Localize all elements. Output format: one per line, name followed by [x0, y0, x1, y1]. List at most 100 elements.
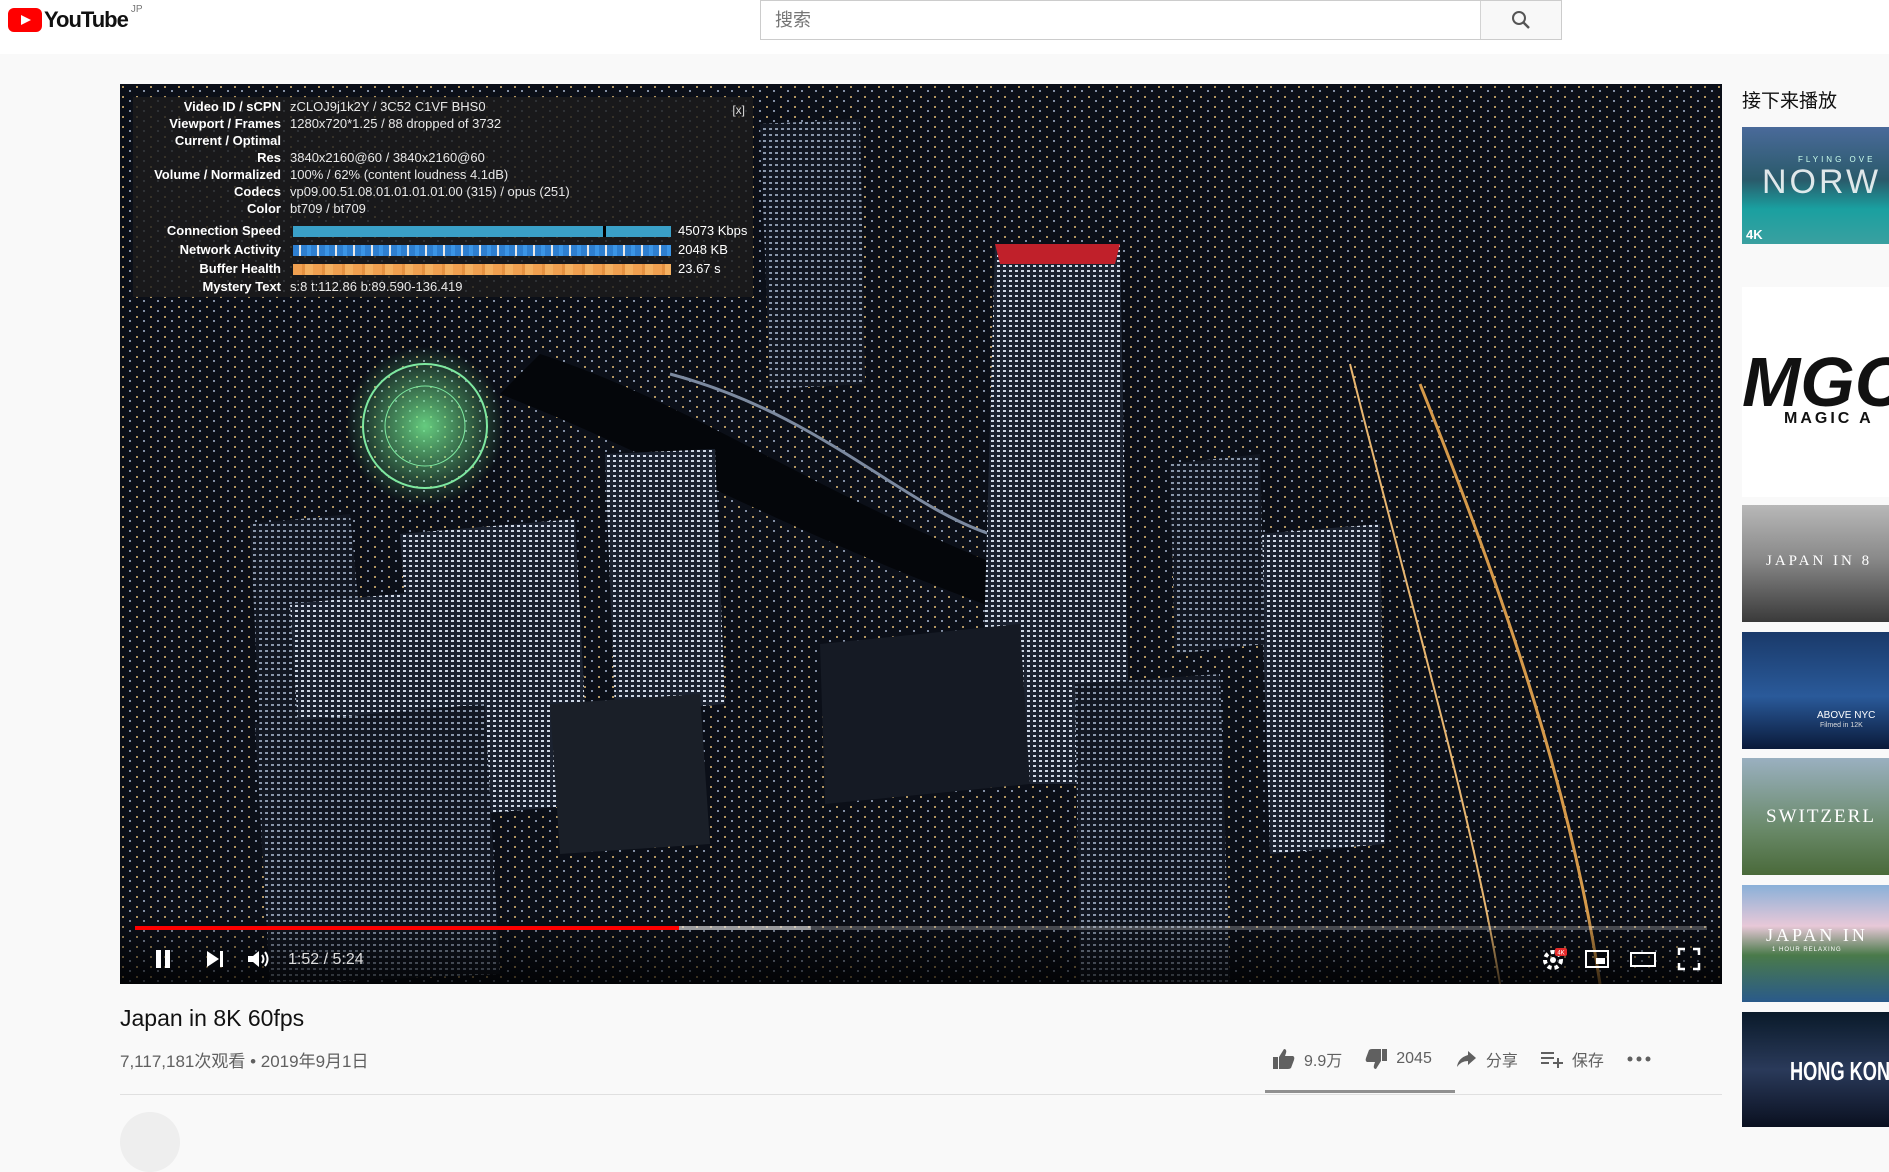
pause-button[interactable] — [148, 944, 178, 974]
stat-graph-value: 45073 Kbps — [678, 223, 748, 238]
thumbnail-subtitle: Filmed in 12K — [1820, 722, 1863, 729]
theater-mode-icon — [1630, 952, 1656, 967]
video-actions: 9.9万 2045 分享 保存 — [1272, 1047, 1682, 1071]
stat-row: Volume / Normalized 100% / 62% (content … — [133, 167, 753, 184]
stat-row: Video ID / sCPN zCLOJ9j1k2Y / 3C52 C1VF … — [133, 99, 753, 116]
dislike-count: 2045 — [1396, 1050, 1432, 1067]
stat-value: 1280x720*1.25 / 88 dropped of 3732 — [290, 116, 502, 131]
masthead: YouTube JP — [0, 0, 1889, 54]
like-dislike-ratio-bar — [1265, 1090, 1455, 1093]
next-button[interactable] — [200, 944, 230, 974]
video-title: Japan in 8K 60fps — [120, 1005, 305, 1031]
stat-row: Current / Optimal — [133, 133, 753, 150]
logo-region: JP — [130, 4, 143, 15]
recommended-thumbnail[interactable]: SWITZERL — [1742, 758, 1889, 875]
stat-graph-row: Network Activity 2048 KB — [133, 242, 753, 259]
channel-avatar[interactable] — [120, 1112, 180, 1172]
save-button[interactable]: 保存 — [1540, 1047, 1604, 1071]
more-actions-button[interactable] — [1626, 1055, 1660, 1063]
fullscreen-icon — [1677, 947, 1701, 971]
network-activity-graph — [293, 245, 671, 256]
quality-badge: 4K — [1557, 951, 1564, 957]
volume-icon — [248, 951, 269, 967]
thumbnail-subtitle: 1 HOUR RELAXING — [1772, 947, 1842, 953]
recommended-thumbnail[interactable]: MGC MAGIC A — [1742, 287, 1889, 497]
share-button[interactable]: 分享 — [1454, 1047, 1518, 1071]
youtube-play-logo-icon — [8, 8, 42, 32]
stat-row: Mystery Text s:8 t:112.86 b:89.590-136.4… — [133, 279, 753, 296]
settings-button[interactable]: 4K — [1539, 944, 1569, 974]
stat-label: Current / Optimal — [174, 133, 281, 148]
view-count-and-date: 7,117,181次观看 • 2019年9月1日 — [120, 1052, 369, 1071]
thumbnail-title: ABOVE NYC — [1817, 710, 1876, 721]
thumbnail-title: JAPAN IN 8 — [1766, 553, 1873, 569]
thumbnail-title: SWITZERL — [1766, 806, 1876, 827]
skip-next-icon — [207, 951, 223, 967]
stat-label: Buffer Health — [199, 261, 281, 276]
search-button[interactable] — [1480, 1, 1561, 39]
stat-label: Volume / Normalized — [154, 167, 281, 182]
stat-graph-row: Connection Speed 45073 Kbps — [133, 223, 753, 240]
gear-icon: 4K — [1543, 948, 1567, 970]
stats-for-nerds-panel: [x] Video ID / sCPN zCLOJ9j1k2Y / 3C52 C… — [133, 97, 753, 297]
miniplayer-button[interactable] — [1582, 944, 1612, 974]
thumbs-up-icon — [1273, 1049, 1295, 1069]
stat-value: 3840x2160@60 / 3840x2160@60 — [290, 150, 485, 165]
stat-label: Mystery Text — [202, 279, 281, 294]
thumbnail-title: NORW — [1762, 163, 1882, 201]
volume-button[interactable] — [244, 944, 274, 974]
stat-value: s:8 t:112.86 b:89.590-136.419 — [290, 279, 463, 294]
video-player[interactable]: [x] Video ID / sCPN zCLOJ9j1k2Y / 3C52 C… — [120, 84, 1722, 984]
thumbnail-subtitle: MAGIC A — [1784, 410, 1874, 427]
connection-speed-graph — [293, 226, 671, 237]
search-input[interactable] — [761, 1, 1480, 39]
player-controls: 1:52 / 5:24 4K — [120, 914, 1722, 984]
stat-label: Codecs — [234, 184, 281, 199]
like-button[interactable]: 9.9万 — [1272, 1047, 1342, 1071]
stat-row: Codecs vp09.00.51.08.01.01.01.01.00 (315… — [133, 184, 753, 201]
thumbnail-title: HONG KON — [1790, 1056, 1889, 1086]
recommended-thumbnail[interactable]: JAPAN IN 1 HOUR RELAXING — [1742, 885, 1889, 1002]
share-icon — [1456, 1051, 1476, 1067]
logo-text: YouTube — [44, 7, 129, 32]
playlist-add-icon — [1540, 1052, 1563, 1068]
up-next-label: 接下来播放 — [1742, 91, 1838, 112]
thumbnail-title: JAPAN IN — [1766, 925, 1868, 945]
pause-icon — [156, 950, 170, 968]
stat-label: Network Activity — [179, 242, 281, 257]
stat-label: Connection Speed — [166, 223, 281, 238]
stat-value: bt709 / bt709 — [290, 201, 366, 216]
stat-value: 100% / 62% (content loudness 4.1dB) — [290, 167, 509, 182]
stat-row: Res 3840x2160@60 / 3840x2160@60 — [133, 150, 753, 167]
progress-played — [135, 926, 679, 930]
miniplayer-icon — [1585, 950, 1609, 968]
stat-row: Color bt709 / bt709 — [133, 201, 753, 218]
stat-label: Res — [257, 150, 281, 165]
more-horizontal-icon — [1627, 1056, 1651, 1062]
stat-graph-value: 2048 KB — [678, 242, 728, 257]
recommended-thumbnail[interactable]: ABOVE NYC Filmed in 12K — [1742, 632, 1889, 749]
search-box — [760, 0, 1562, 40]
recommended-thumbnail[interactable]: HONG KON — [1742, 1012, 1889, 1127]
thumbs-down-icon — [1365, 1049, 1388, 1069]
youtube-logo[interactable]: YouTube JP — [8, 4, 143, 32]
stat-value: zCLOJ9j1k2Y / 3C52 C1VF BHS0 — [290, 99, 486, 114]
share-label: 分享 — [1485, 1053, 1518, 1070]
thumbnail-badge: 4K — [1746, 227, 1763, 242]
time-display: 1:52 / 5:24 — [288, 951, 364, 968]
stat-label: Viewport / Frames — [169, 116, 281, 131]
dislike-button[interactable]: 2045 — [1364, 1048, 1432, 1070]
stat-label: Color — [247, 201, 281, 216]
stat-value: vp09.00.51.08.01.01.01.01.00 (315) / opu… — [290, 184, 570, 199]
progress-bar[interactable] — [135, 926, 1707, 930]
stat-label: Video ID / sCPN — [183, 99, 281, 114]
recommended-thumbnail[interactable]: JAPAN IN 8 — [1742, 505, 1889, 622]
stat-graph-value: 23.67 s — [678, 261, 721, 276]
stat-row: Viewport / Frames 1280x720*1.25 / 88 dro… — [133, 116, 753, 133]
recommended-thumbnail[interactable]: FLYING OVE NORW 4K — [1742, 127, 1889, 244]
search-icon — [1512, 11, 1530, 29]
theater-mode-button[interactable] — [1628, 944, 1658, 974]
fullscreen-button[interactable] — [1674, 944, 1704, 974]
like-count: 9.9万 — [1304, 1053, 1343, 1070]
stat-graph-row: Buffer Health 23.67 s — [133, 261, 753, 278]
